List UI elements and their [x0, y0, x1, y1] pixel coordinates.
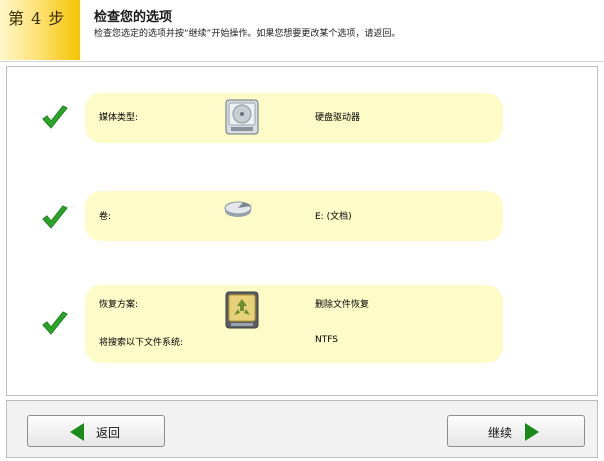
volume-label: 卷: [99, 212, 112, 222]
checkmark-icon [42, 205, 68, 229]
continue-button[interactable]: 继续 [447, 415, 585, 447]
file-system-label: 将搜索以下文件系统: [99, 338, 184, 348]
arrow-right-icon [525, 423, 539, 441]
back-button-label: 返回 [96, 426, 121, 440]
volume-value: E: (文档) [315, 212, 352, 222]
continue-button-label: 继续 [488, 426, 513, 440]
checkmark-icon [42, 105, 68, 129]
recovery-scheme-row: 恢复方案: 删除文件恢复 将搜索以下文件系统: NTFS [85, 285, 503, 363]
media-type-value: 硬盘驱动器 [315, 113, 361, 123]
wizard-header: 第 4 步 检查您的选项 检查您选定的选项并按“继续”开始操作。如果您想要更改某… [0, 0, 604, 62]
step-label: 第 4 步 [8, 9, 66, 28]
media-type-label: 媒体类型: [99, 113, 139, 123]
step-badge: 第 4 步 [0, 0, 80, 60]
file-system-value: NTFS [315, 335, 338, 345]
page-subtitle: 检查您选定的选项并按“继续”开始操作。如果您想要更改某个选项，请返回。 [94, 29, 401, 39]
checkmark-icon [42, 311, 68, 335]
arrow-left-icon [70, 423, 84, 441]
volume-row: 卷: E: (文档) [85, 191, 503, 241]
recovery-scheme-value: 删除文件恢复 [315, 300, 370, 310]
page-title: 检查您的选项 [94, 10, 173, 25]
media-type-row: 媒体类型: 硬盘驱动器 [85, 93, 503, 143]
review-panel: 媒体类型: 硬盘驱动器 卷: E: (文档) 恢复方案: 删除文件恢复 将搜索以… [6, 66, 598, 396]
wizard-footer: 返回 继续 [6, 400, 598, 458]
hard-drive-icon [225, 99, 259, 135]
recycle-drive-icon [225, 291, 259, 329]
recovery-scheme-label: 恢复方案: [99, 300, 139, 310]
back-button[interactable]: 返回 [27, 415, 165, 447]
volume-icon [224, 201, 252, 217]
